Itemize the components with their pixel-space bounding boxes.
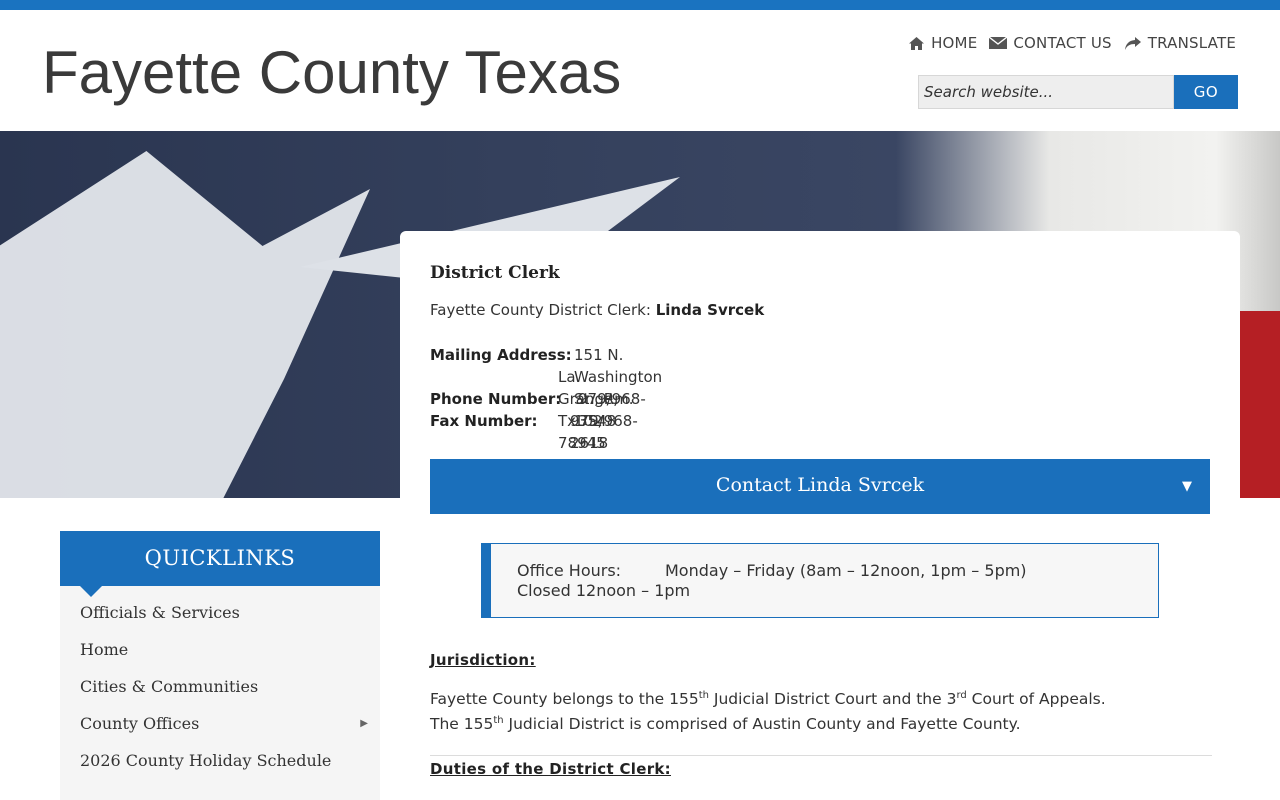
share-arrow-icon <box>1124 36 1141 50</box>
fax-label: Fax Number: <box>430 412 538 430</box>
jurisdiction-text: Fayette County belongs to the 155th Judi… <box>430 687 1210 737</box>
nav-contact-label: CONTACT US <box>1013 34 1112 52</box>
duties-heading: Duties of the District Clerk: <box>430 760 671 778</box>
section-divider <box>430 755 1212 756</box>
home-icon <box>909 36 925 50</box>
quicklinks-panel: QUICKLINKS Officials & Services Home Cit… <box>60 531 380 800</box>
quicklink-holiday-schedule[interactable]: 2026 County Holiday Schedule <box>60 751 380 788</box>
nav-contact-link[interactable]: CONTACT US <box>989 34 1112 52</box>
search-go-button[interactable]: GO <box>1174 75 1238 109</box>
fax-value: 979/968-2618 <box>570 412 638 452</box>
mailing-label: Mailing Address: <box>430 346 572 364</box>
site-title[interactable]: Fayette County Texas <box>42 38 621 107</box>
flag-star-shape <box>0 151 370 498</box>
site-header: Fayette County Texas HOME CONTACT US TRA… <box>0 10 1280 131</box>
quicklinks-heading: QUICKLINKS <box>144 546 296 570</box>
quicklink-cities-communities[interactable]: Cities & Communities <box>60 677 380 714</box>
quicklink-officials-services[interactable]: Officials & Services <box>60 603 380 640</box>
clerk-prefix: Fayette County District Clerk: <box>430 301 656 319</box>
hours-label: Office Hours: <box>517 561 622 580</box>
jurisdiction-heading: Jurisdiction: <box>430 651 536 669</box>
jurisdiction-line-1: Fayette County belongs to the 155th Judi… <box>430 690 1106 708</box>
top-accent-bar <box>0 0 1280 10</box>
hours-value: Monday – Friday (8am – 12noon, 1pm – 5pm… <box>665 561 1027 580</box>
content-card: District Clerk Fayette County District C… <box>400 231 1240 800</box>
nav-home-label: HOME <box>931 34 978 52</box>
contact-details: Mailing Address: 151 N. Washington St., R… <box>430 344 662 452</box>
clerk-line: Fayette County District Clerk: Linda Svr… <box>430 301 764 319</box>
office-hours-box: Office Hours: Monday – Friday (8am – 12n… <box>481 543 1159 618</box>
contact-accordion-button[interactable]: Contact Linda Svrcek ▼ <box>430 459 1210 514</box>
contact-accordion-label: Contact Linda Svrcek <box>715 474 925 496</box>
search-input[interactable] <box>918 75 1174 109</box>
triangle-down-icon: ▼ <box>1182 479 1192 494</box>
jurisdiction-line-2: The 155th Judicial District is comprised… <box>430 715 1021 733</box>
search-form: GO <box>918 75 1238 109</box>
quicklink-county-offices[interactable]: County Offices ▶ <box>60 714 380 751</box>
page-title: District Clerk <box>430 263 560 283</box>
nav-translate-link[interactable]: TRANSLATE <box>1124 34 1236 52</box>
clerk-name: Linda Svrcek <box>655 301 765 319</box>
quicklinks-list: Officials & Services Home Cities & Commu… <box>60 603 380 788</box>
envelope-icon <box>989 36 1008 49</box>
nav-translate-label: TRANSLATE <box>1147 34 1236 52</box>
quicklinks-header: QUICKLINKS <box>60 531 380 586</box>
quicklink-home[interactable]: Home <box>60 640 380 677</box>
nav-home-link[interactable]: HOME <box>908 34 977 52</box>
hours-closed: Closed 12noon – 1pm <box>517 581 691 600</box>
phone-label: Phone Number: <box>430 390 562 408</box>
top-navigation: HOME CONTACT US TRANSLATE <box>908 34 1236 52</box>
chevron-right-icon: ▶ <box>360 718 368 729</box>
quicklinks-pointer <box>80 586 102 597</box>
